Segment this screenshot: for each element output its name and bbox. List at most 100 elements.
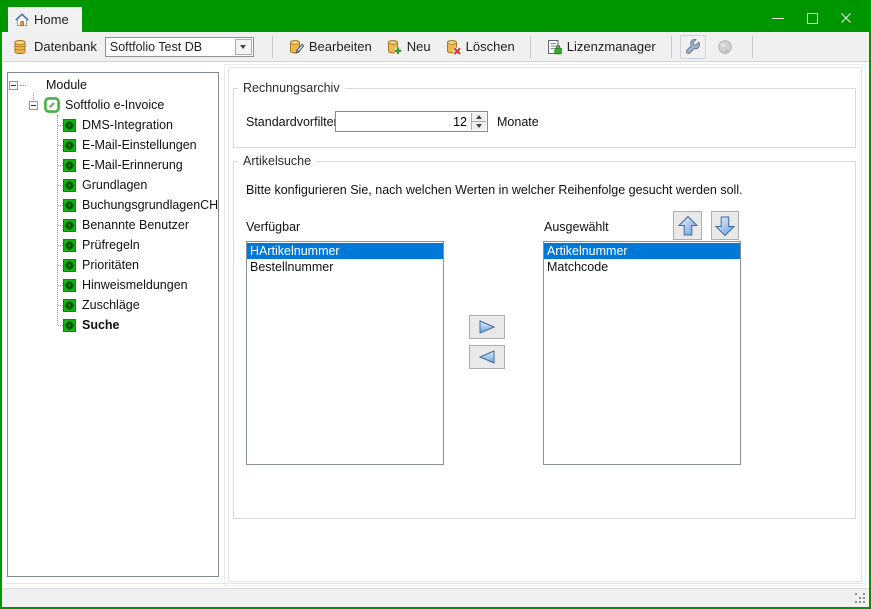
database-icon	[12, 39, 28, 55]
toolbar-separator	[272, 36, 273, 58]
tree-item[interactable]: Prüfregeln	[8, 235, 218, 255]
tree-item[interactable]: Grundlagen	[8, 175, 218, 195]
monate-label: Monate	[497, 115, 539, 129]
arrow-down-icon	[476, 124, 482, 128]
module-gear-icon	[63, 139, 76, 152]
maximize-icon	[807, 13, 818, 24]
tree-item-label: BuchungsgrundlagenCH	[82, 198, 218, 212]
chevron-down-icon	[240, 45, 246, 49]
combobox-dropdown-button[interactable]	[235, 39, 252, 55]
standardvorfilter-label: Standardvorfilter	[246, 115, 335, 129]
tree-item-softfolio-e-invoice[interactable]: Softfolio e-Invoice	[8, 95, 218, 115]
close-button[interactable]	[829, 7, 863, 29]
lizenzmanager-label: Lizenzmanager	[567, 39, 656, 54]
edit-database-icon	[288, 39, 304, 55]
list-item[interactable]: Bestellnummer	[247, 259, 443, 275]
tree-item[interactable]: Hinweismeldungen	[8, 275, 218, 295]
globe-icon	[717, 39, 733, 55]
module-gear-icon	[63, 239, 76, 252]
tree-item-label: Prioritäten	[82, 258, 139, 272]
module-gear-icon	[63, 159, 76, 172]
move-right-button[interactable]	[469, 315, 505, 339]
tree-item-label: Grundlagen	[82, 178, 147, 192]
window-controls	[761, 7, 863, 29]
datenbank-label: Datenbank	[34, 39, 97, 54]
list-item[interactable]: Artikelnummer	[544, 243, 740, 259]
tree-item-module[interactable]: Module	[8, 75, 218, 95]
home-icon	[14, 12, 30, 28]
database-combobox[interactable]: Softfolio Test DB	[105, 37, 254, 57]
lizenzmanager-button[interactable]: Lizenzmanager	[539, 35, 663, 59]
list-item-label: Artikelnummer	[547, 244, 628, 258]
content-frame-line	[6, 583, 865, 584]
tree-item[interactable]: Benannte Benutzer	[8, 215, 218, 235]
ausgewaehlt-label: Ausgewählt	[544, 220, 609, 234]
tree-item-label: E-Mail-Einstellungen	[82, 138, 197, 152]
tree-item[interactable]: E-Mail-Einstellungen	[8, 135, 218, 155]
list-item[interactable]: Matchcode	[544, 259, 740, 275]
arrow-up-icon	[677, 215, 699, 237]
new-database-icon	[386, 39, 402, 55]
module-gear-icon	[63, 219, 76, 232]
close-icon	[840, 12, 852, 24]
selected-listbox[interactable]: ArtikelnummerMatchcode	[543, 241, 741, 465]
module-gear-icon	[63, 199, 76, 212]
tree-item[interactable]: BuchungsgrundlagenCH	[8, 195, 218, 215]
resize-grip-icon[interactable]	[855, 593, 866, 604]
toolbar-separator	[530, 36, 531, 58]
tree-item-label: Benannte Benutzer	[82, 218, 189, 232]
standardvorfilter-row: Standardvorfilter Monate	[246, 111, 539, 132]
app-window: Home Datenbank Softfolio Test DB	[0, 0, 871, 609]
tree-item[interactable]: Zuschläge	[8, 295, 218, 315]
standardvorfilter-input[interactable]	[336, 112, 487, 131]
status-bar	[2, 588, 869, 607]
tree-item-label: Softfolio e-Invoice	[65, 98, 164, 112]
settings-wrench-button[interactable]	[680, 35, 706, 59]
bearbeiten-button[interactable]: Bearbeiten	[281, 35, 379, 59]
group-title: Rechnungsarchiv	[238, 81, 345, 95]
titlebar: Home	[2, 2, 869, 32]
spin-down-button[interactable]	[472, 122, 486, 130]
wrench-icon	[685, 39, 701, 55]
toolbar-separator	[752, 36, 753, 58]
tree-item-label: Suche	[82, 318, 120, 332]
module-gear-icon	[63, 299, 76, 312]
neu-button[interactable]: Neu	[379, 35, 438, 59]
module-gear-icon	[63, 319, 76, 332]
maximize-button[interactable]	[795, 7, 829, 29]
client-area: Module Softfolio e-Invoice	[2, 62, 869, 588]
help-globe-button[interactable]	[712, 35, 738, 59]
loeschen-button[interactable]: Löschen	[438, 35, 522, 59]
group-artikelsuche: Artikelsuche Bitte konfigurieren Sie, na…	[233, 161, 856, 519]
group-title: Artikelsuche	[238, 154, 316, 168]
tree-item[interactable]: E-Mail-Erinnerung	[8, 155, 218, 175]
module-gear-icon	[63, 119, 76, 132]
module-gear-icon	[63, 279, 76, 292]
move-down-button[interactable]	[711, 211, 739, 240]
collapse-icon[interactable]	[29, 101, 38, 110]
module-gear-icon	[63, 259, 76, 272]
group-rechnungsarchiv: Rechnungsarchiv Standardvorfilter Monate	[233, 88, 856, 148]
tree-children: DMS-Integration	[8, 115, 218, 335]
einvoice-app-icon	[44, 97, 60, 113]
available-listbox[interactable]: HArtikelnummerBestellnummer	[246, 241, 444, 465]
delete-database-icon	[445, 39, 461, 55]
arrow-up-icon	[476, 115, 482, 119]
list-item[interactable]: HArtikelnummer	[247, 243, 443, 259]
toolbar-separator	[671, 36, 672, 58]
tab-home-label: Home	[34, 12, 69, 27]
tree-item[interactable]: Prioritäten	[8, 255, 218, 275]
verfuegbar-label: Verfügbar	[246, 220, 300, 234]
tab-home[interactable]: Home	[8, 7, 82, 32]
move-left-button[interactable]	[469, 345, 505, 369]
spin-up-button[interactable]	[472, 113, 486, 122]
minimize-button[interactable]	[761, 7, 795, 29]
arrow-left-icon	[475, 349, 499, 365]
move-up-button[interactable]	[673, 211, 702, 240]
list-item-label: Bestellnummer	[250, 260, 333, 274]
tree-item[interactable]: DMS-Integration	[8, 115, 218, 135]
collapse-icon[interactable]	[9, 81, 18, 90]
instruction-text: Bitte konfigurieren Sie, nach welchen We…	[246, 183, 743, 197]
tree-item-label: Zuschläge	[82, 298, 140, 312]
tree-item[interactable]: Suche	[8, 315, 218, 335]
